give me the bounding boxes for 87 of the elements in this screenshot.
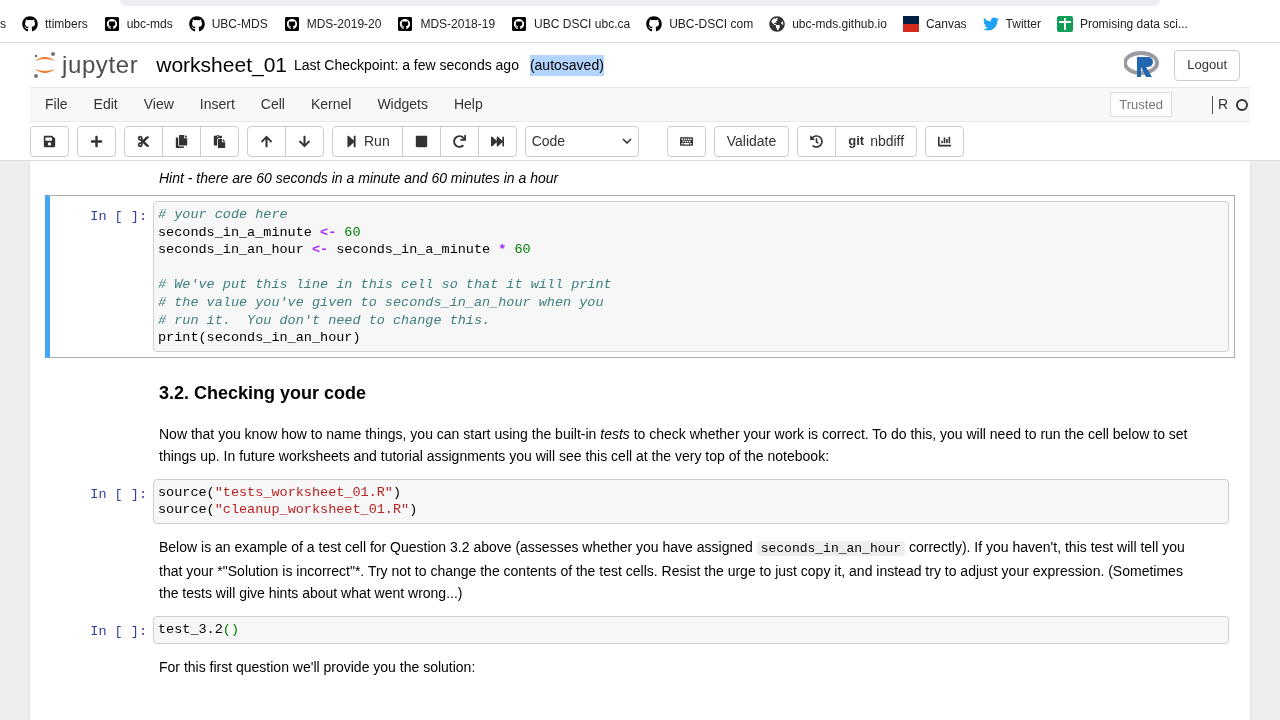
clock-icon (810, 134, 824, 148)
bookmark[interactable]: Canvas (902, 15, 967, 33)
menu-item[interactable]: File (45, 94, 68, 115)
section-heading: 3.2. Checking your code (159, 381, 368, 405)
logout-button[interactable]: Logout (1174, 49, 1240, 81)
toolbar-button[interactable] (439, 125, 479, 157)
code-input[interactable]: test_3.2() (153, 615, 1229, 644)
notebook-name[interactable]: worksheet_01 (156, 49, 287, 81)
copy-icon (175, 134, 188, 148)
toolbar-button[interactable]: git nbdiff (835, 125, 918, 157)
paragraph: Hint - there are 60 seconds in a minute and 60 minutes in a hour (159, 169, 560, 188)
jupyter-logo-icon (32, 50, 58, 80)
bookmark[interactable]: ubc-mds (103, 15, 173, 33)
globe-icon (769, 16, 786, 32)
menu-item[interactable]: Insert (199, 94, 235, 115)
save-icon (43, 134, 56, 148)
toolbar-button[interactable] (247, 125, 286, 157)
r-logo-icon (1124, 51, 1161, 79)
up-arrow-icon (260, 134, 273, 148)
github-icon (283, 16, 300, 32)
bookmark[interactable]: ttimbers (22, 15, 88, 33)
toolbar-button[interactable] (666, 125, 706, 157)
toolbar-button[interactable] (797, 125, 837, 157)
cell-prompt: In [ ]: (90, 622, 147, 641)
chevron-icon (621, 138, 632, 144)
menu-item[interactable]: Cell (260, 94, 285, 115)
bookmark[interactable]: s (0, 15, 6, 33)
bookmark[interactable]: Twitter (982, 15, 1041, 33)
github-icon (511, 16, 528, 32)
paragraph: Below is an example of a test cell for Question 3.2 above (assesses whether you have assigned seconds_in_an_hour correctly). If you haven't, this test will tell you that your *"Solution is incorrect"*. Try not to change the contents of the test cells. Resist the urge to just copy it, and instead try to adjust your expression. (Sometimes the tests will give hints about what went wrong...) (159, 537, 1186, 603)
code-cell[interactable] (45, 195, 1235, 358)
toolbar-button[interactable] (401, 125, 441, 157)
menu-item[interactable]: View (143, 94, 174, 115)
code-input[interactable]: # your code here seconds_in_a_minute <- 60 seconds_in_an_hour <- seconds_in_a_minute * 60 # We've put this line in this cell so that it will print # the value you've given to seconds_in_an_hour when you # run it. You don't need to change this. print(seconds_in_an_hour) (153, 201, 1229, 352)
code-cell[interactable]: In [ ]: source("tests_worksheet_01.R") source("cleanup_worksheet_01.R") (45, 472, 1235, 530)
toolbar-button[interactable] (77, 125, 116, 157)
plus-icon (90, 134, 103, 148)
paragraph: Now that you know how to name things, you can start using the built-in tests to check whether your work is correct. To do this, you will need to run the cell below to set things up. In future worksheets and tutorial assignments you will see this cell at the very top of the notebook: (159, 424, 1189, 466)
toolbar-button[interactable] (477, 125, 517, 157)
bookmark[interactable]: ubc-mds.github.io (769, 15, 887, 33)
stop-icon (414, 134, 428, 148)
bar-chart-icon (938, 134, 952, 148)
github-icon (397, 16, 414, 32)
github-icon (188, 16, 205, 32)
cell-prompt: In [ ]: (90, 208, 147, 226)
bookmark[interactable]: MDS-2019-20 (283, 15, 382, 33)
fast-forward-icon (490, 134, 504, 148)
kernel-name: R (1217, 95, 1228, 114)
menu-item[interactable]: Edit (93, 94, 118, 115)
toolbar-button[interactable] (162, 125, 201, 157)
toolbar-button[interactable] (925, 125, 965, 157)
down-arrow-icon (298, 134, 311, 148)
toolbar-button[interactable]: Validate (713, 125, 790, 157)
toolbar-button[interactable]: Run (332, 125, 403, 157)
bookmark[interactable]: MDS-2018-19 (397, 15, 496, 33)
scissors-icon (137, 134, 150, 148)
menu-item[interactable]: Help (453, 94, 483, 115)
cell-type-select[interactable]: Code (524, 125, 639, 157)
bookmark[interactable]: UBC-MDS (188, 15, 268, 33)
bookmark[interactable]: Promising data sci... (1056, 15, 1188, 33)
keyboard-icon (679, 134, 693, 148)
paste-icon (213, 134, 226, 148)
restart-icon (452, 134, 466, 148)
menu-item[interactable]: Widgets (377, 94, 428, 115)
github-icon (103, 16, 120, 32)
cell-prompt: In [ ]: (90, 485, 147, 504)
step-forward-icon (345, 134, 358, 148)
toolbar-button[interactable] (285, 125, 324, 157)
toolbar-button[interactable] (124, 125, 163, 157)
menu-item[interactable]: Kernel (310, 94, 352, 115)
trusted-indicator[interactable]: Trusted (1110, 91, 1172, 118)
git-label: git (848, 132, 865, 151)
bird-icon (982, 16, 999, 32)
code-cell[interactable]: In [ ]: test_3.2() (45, 609, 1235, 650)
autosave-status: (autosaved) (529, 54, 604, 76)
checkpoint-status: Last Checkpoint: a few seconds ago (294, 55, 519, 75)
github-icon (22, 16, 38, 32)
code-input[interactable]: source("tests_worksheet_01.R") source("cleanup_worksheet_01.R") (153, 478, 1229, 524)
github-icon (646, 16, 663, 32)
toolbar-button[interactable] (200, 125, 239, 157)
toolbar-button[interactable] (30, 125, 69, 157)
bookmark[interactable]: UBC DSCI ubc.ca (511, 15, 631, 33)
jupyter-logo: jupyter (32, 47, 139, 83)
kernel-idle-icon (1236, 98, 1248, 111)
paragraph: For this first question we'll provide you the solution: (159, 657, 477, 677)
bookmark[interactable]: UBC-DSCI com (646, 15, 754, 33)
sheet-icon (1056, 16, 1073, 32)
